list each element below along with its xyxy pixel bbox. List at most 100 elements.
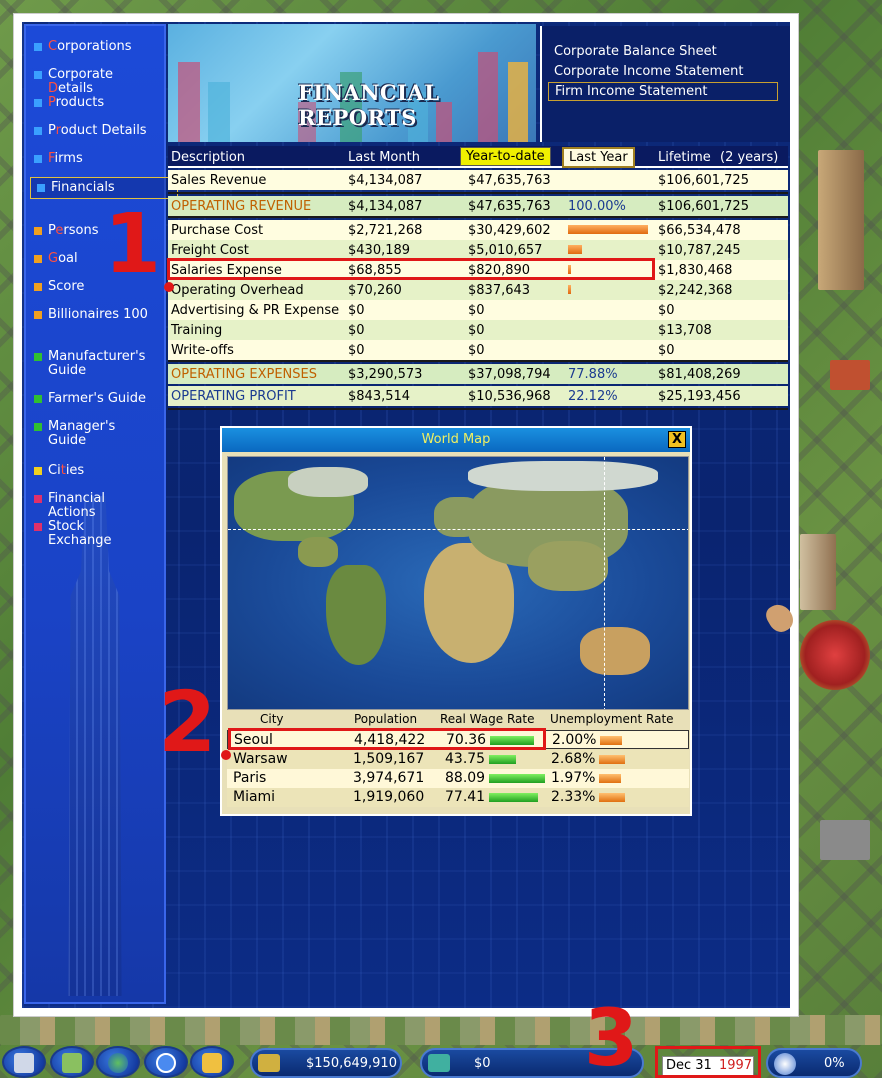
cell-pct: 77.88% [568, 367, 618, 382]
sidebar-item-13[interactable]: Cities [34, 464, 148, 478]
sidebar-item-9[interactable]: Billionaires 100 [34, 308, 148, 322]
sidebar-item-15[interactable]: Stock Exchange [34, 520, 148, 548]
sidebar-item-2[interactable]: Products [34, 96, 148, 110]
close-button[interactable]: X [668, 431, 686, 448]
sidebar-item-label: Financial Actions [48, 491, 105, 520]
bullet-icon [34, 353, 42, 361]
cell-desc: Sales Revenue [171, 173, 267, 188]
info-icon [156, 1053, 176, 1073]
bullet-icon [34, 43, 42, 51]
info-button[interactable] [144, 1046, 188, 1078]
landmass [468, 461, 658, 491]
bullet-icon [34, 99, 42, 107]
sidebar-item-10[interactable]: Manufacturer's Guide [34, 350, 148, 378]
city-row[interactable]: Paris 3,974,671 88.09 1.97% [227, 769, 689, 788]
annotation-box-date [655, 1046, 761, 1078]
bullet-icon [34, 255, 42, 263]
sidebar-item-4[interactable]: Firms [34, 152, 148, 166]
ytd-button[interactable]: Year-to-date [460, 147, 551, 166]
sidebar-item-label: Billionaires 100 [48, 307, 148, 322]
sidebar-item-label: Financials [51, 180, 115, 195]
cell-life: $0 [658, 303, 675, 318]
table-row[interactable]: Training $0 $0 $13,708 [168, 320, 788, 340]
header-population: Population [354, 712, 418, 726]
city-row[interactable]: Miami 1,919,060 77.41 2.33% [227, 788, 689, 807]
book-icon [14, 1053, 34, 1073]
cell-ytd: $837,643 [468, 283, 531, 298]
sidebar-item-14[interactable]: Financial Actions [34, 492, 148, 520]
bullet-icon [34, 395, 42, 403]
sidebar-item-label: Manager's Guide [48, 419, 116, 448]
speed-display[interactable]: 0% [766, 1048, 862, 1078]
cell-desc: OPERATING REVENUE [171, 199, 312, 214]
table-row[interactable]: Freight Cost $430,189 $5,010,657 $10,787,24… [168, 240, 788, 260]
header-city: City [260, 712, 284, 726]
cell-lm: $843,514 [348, 389, 411, 404]
link-firm-income-statement[interactable]: Firm Income Statement [548, 82, 779, 101]
table-row[interactable]: OPERATING PROFIT $843,514 $10,536,968 22.12… [168, 386, 788, 406]
city-row[interactable]: Warsaw 1,509,167 43.75 2.68% [227, 750, 689, 769]
bullet-icon [34, 71, 42, 79]
wage-bar [489, 755, 517, 764]
back-button[interactable] [190, 1046, 234, 1078]
header-last-month: Last Month [348, 150, 420, 165]
bullet-icon [34, 423, 42, 431]
cell-ytd: $0 [468, 303, 485, 318]
table-row[interactable]: Sales Revenue $4,134,087 $47,635,763 $106,6… [168, 170, 788, 190]
header-unemployment: Unemployment Rate [550, 712, 674, 726]
sidebar-item-12[interactable]: Manager's Guide [34, 420, 148, 448]
bullet-icon [34, 523, 42, 531]
main-menu-button[interactable] [2, 1046, 46, 1078]
sidebar-item-label: Stock Exchange [48, 519, 112, 548]
last-year-button[interactable]: Last Year [562, 147, 635, 168]
sidebar-item-5[interactable]: Financials [30, 177, 178, 199]
building [818, 150, 864, 290]
money-icon [258, 1054, 280, 1072]
landmass [580, 627, 650, 675]
cell-ytd: $30,429,602 [468, 223, 551, 238]
map-view-button[interactable] [50, 1046, 94, 1078]
exchange-icon [428, 1054, 450, 1072]
expense-bar [568, 245, 583, 254]
city-cell-city: Paris [233, 770, 267, 786]
table-row[interactable]: Advertising & PR Expense $0 $0 $0 [168, 300, 788, 320]
cell-lm: $0 [348, 323, 365, 338]
sidebar-item-label: Farmer's Guide [48, 391, 147, 406]
building [830, 360, 870, 390]
cell-lm: $0 [348, 343, 365, 358]
cell-life: $25,193,456 [658, 389, 741, 404]
world-map-button[interactable] [96, 1046, 140, 1078]
sidebar-item-label: Manufacturer's Guide [48, 349, 146, 378]
crosshair-horizontal [228, 529, 688, 530]
row-separator [168, 216, 788, 218]
unemployment-bar [599, 755, 625, 764]
bullet-icon [37, 184, 45, 192]
table-row[interactable]: Purchase Cost $2,721,268 $30,429,602 $66,53… [168, 220, 788, 240]
sidebar-item-1[interactable]: Corporate Details [34, 68, 148, 96]
table-row[interactable]: OPERATING REVENUE $4,134,087 $47,635,763 10… [168, 196, 788, 216]
cell-life: $13,708 [658, 323, 712, 338]
header-description: Description [171, 150, 246, 165]
link-corporate-balance-sheet[interactable]: Corporate Balance Sheet [554, 44, 717, 59]
cash-display[interactable]: $150,649,910 [250, 1048, 402, 1078]
table-row[interactable]: Operating Overhead $70,260 $837,643 $2,242,… [168, 280, 788, 300]
sidebar-item-3[interactable]: Product Details [34, 124, 148, 138]
sidebar-item-label: Products [48, 95, 105, 110]
table-row[interactable]: Write-offs $0 $0 $0 [168, 340, 788, 360]
table-row[interactable]: OPERATING EXPENSES $3,290,573 $37,098,794 7… [168, 364, 788, 384]
link-corporate-income-statement[interactable]: Corporate Income Statement [554, 64, 744, 79]
city-cell-unemp: 1.97% [551, 770, 596, 786]
cell-life: $2,242,368 [658, 283, 733, 298]
sidebar-item-0[interactable]: Corporations [34, 40, 148, 54]
city-cell-wage: 77.41 [445, 789, 486, 805]
city-cell-pop: 3,974,671 [353, 770, 425, 786]
cell-lm: $430,189 [348, 243, 411, 258]
cell-desc: Advertising & PR Expense [171, 303, 340, 318]
sidebar-item-label: Firms [48, 151, 83, 166]
cell-lm: $0 [348, 303, 365, 318]
world-map[interactable] [227, 456, 689, 710]
unemployment-bar [599, 774, 622, 783]
sidebar-item-11[interactable]: Farmer's Guide [34, 392, 148, 406]
globe-icon [108, 1053, 128, 1073]
bullet-icon [34, 227, 42, 235]
